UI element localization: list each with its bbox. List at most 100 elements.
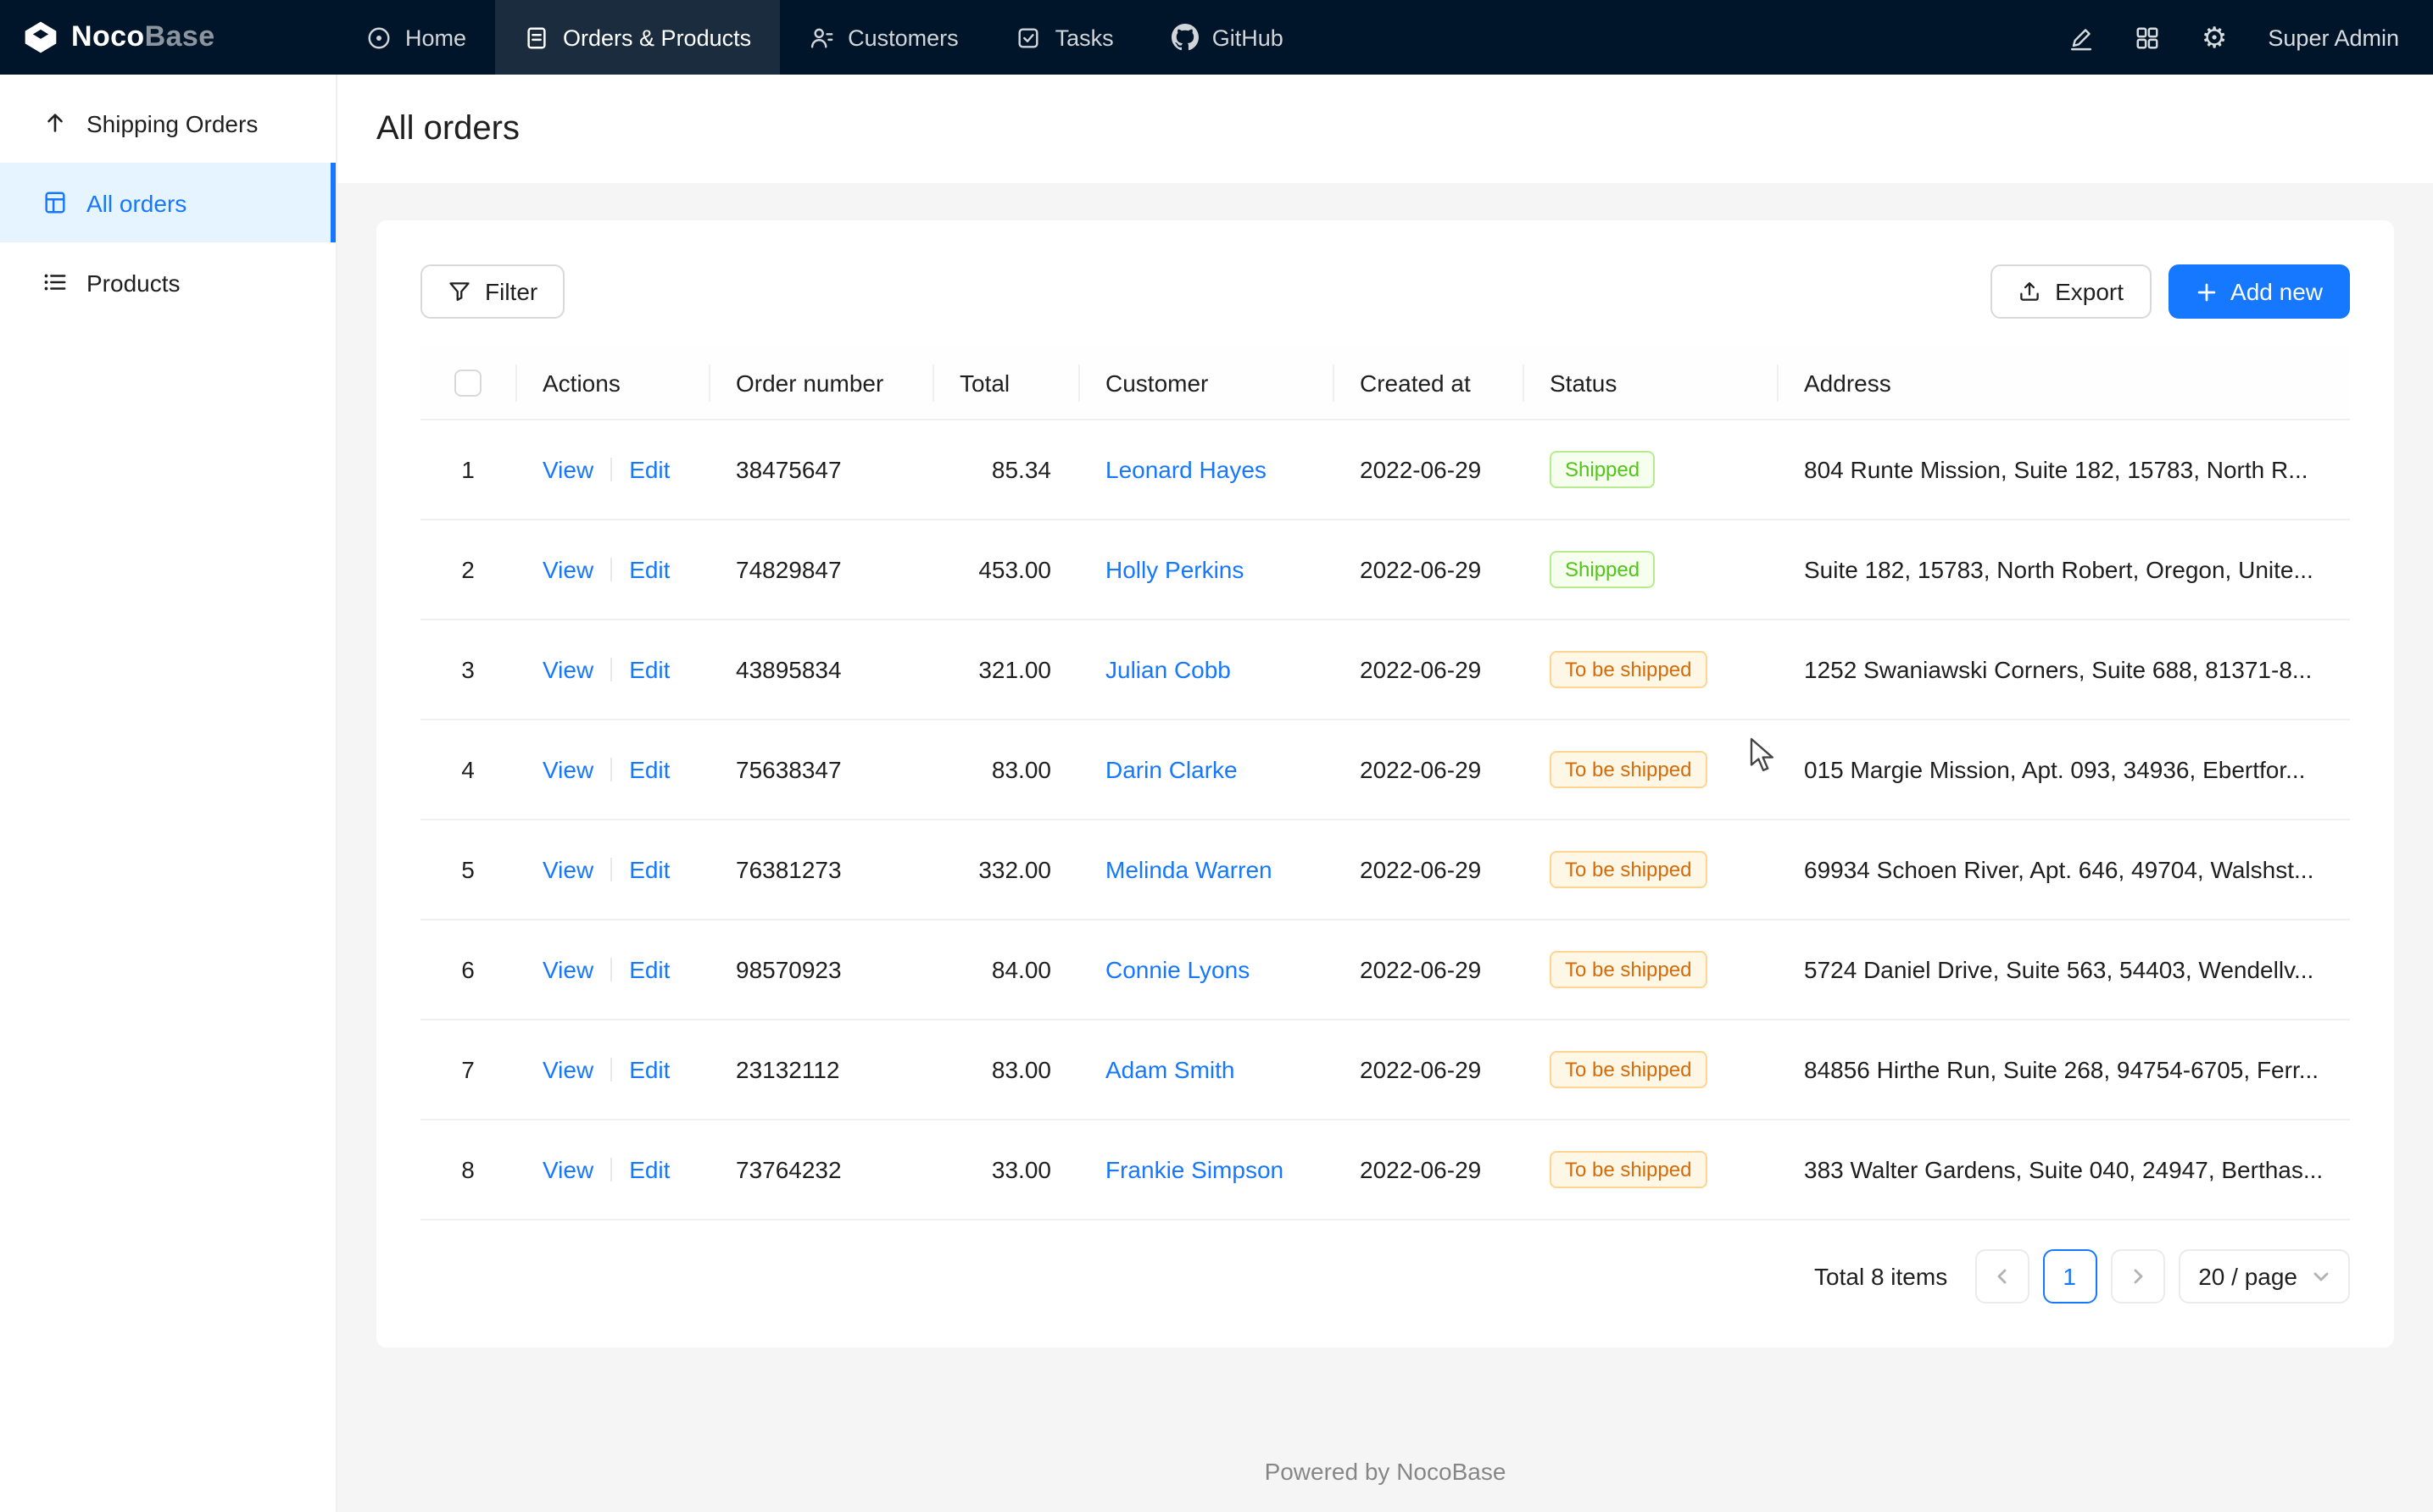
sidebar-item-all-orders[interactable]: All orders (0, 163, 336, 242)
view-link[interactable]: View (543, 657, 593, 684)
address-cell: 5724 Daniel Drive, Suite 563, 54403, Wen… (1777, 920, 2350, 1020)
nav-item-label: Tasks (1055, 25, 1114, 50)
filter-button[interactable]: Filter (420, 264, 565, 319)
pagination-page-1[interactable]: 1 (2042, 1250, 2096, 1304)
customer-link[interactable]: Darin Clarke (1105, 757, 1238, 784)
modules-icon[interactable] (2135, 25, 2161, 50)
brand-text-light: Base (145, 20, 215, 53)
total-cell: 321.00 (933, 620, 1078, 720)
action-divider (610, 959, 612, 982)
table-row: 7 View Edit 23132112 83.00 Adam Smith 20… (420, 1020, 2350, 1120)
nav-item-label: GitHub (1212, 25, 1283, 50)
customer-link[interactable]: Adam Smith (1105, 1057, 1235, 1084)
column-header-status: Status (1523, 346, 1777, 420)
table-row: 1 View Edit 38475647 85.34 Leonard Hayes… (420, 420, 2350, 520)
column-header-total: Total (933, 346, 1078, 420)
pagination-next-button[interactable] (2110, 1250, 2164, 1304)
nav-item-label: Home (405, 25, 466, 50)
column-header-address: Address (1777, 346, 2350, 420)
order-number-cell: 74829847 (709, 520, 933, 620)
nav-item-github[interactable]: GitHub (1143, 0, 1312, 75)
pagination-total: Total 8 items (1814, 1264, 1947, 1291)
view-link[interactable]: View (543, 557, 593, 584)
sidebar-item-products[interactable]: Products (0, 242, 336, 322)
user-menu[interactable]: Super Admin (2268, 25, 2399, 50)
top-nav: Home Orders & Products Customers Tasks (337, 0, 2049, 75)
action-divider (610, 1059, 612, 1082)
sidebar-item-label: Shipping Orders (86, 109, 258, 136)
view-link[interactable]: View (543, 757, 593, 784)
add-new-button[interactable]: Add new (2168, 264, 2350, 319)
sidebar-item-label: All orders (86, 189, 187, 216)
tasks-icon (1016, 25, 1042, 50)
collapse-up-icon (42, 110, 68, 136)
created-at-cell: 2022-06-29 (1333, 1020, 1523, 1120)
order-number-cell: 98570923 (709, 920, 933, 1020)
sidebar-item-shipping-orders[interactable]: Shipping Orders (0, 83, 336, 163)
edit-link[interactable]: Edit (629, 1157, 670, 1184)
status-badge: To be shipped (1550, 852, 1706, 889)
action-divider (610, 1159, 612, 1182)
chevron-right-icon (2129, 1269, 2146, 1286)
page-size-select[interactable]: 20 / page (2178, 1250, 2350, 1304)
gear-icon[interactable]: ⚙ (2202, 23, 2228, 52)
edit-link[interactable]: Edit (629, 457, 670, 484)
status-badge: To be shipped (1550, 1052, 1706, 1089)
total-cell: 84.00 (933, 920, 1078, 1020)
all-orders-icon (42, 190, 68, 215)
orders-table-body: 1 View Edit 38475647 85.34 Leonard Hayes… (420, 420, 2350, 1220)
app-root: NocoBase Home Orders & Products Cust (0, 0, 2433, 1512)
customers-icon (809, 25, 834, 50)
created-at-cell: 2022-06-29 (1333, 520, 1523, 620)
nav-item-orders-products[interactable]: Orders & Products (495, 0, 780, 75)
edit-link[interactable]: Edit (629, 657, 670, 684)
edit-link[interactable]: Edit (629, 857, 670, 884)
view-link[interactable]: View (543, 457, 593, 484)
nav-item-home[interactable]: Home (337, 0, 495, 75)
customer-link[interactable]: Julian Cobb (1105, 657, 1231, 684)
customer-link[interactable]: Connie Lyons (1105, 957, 1250, 984)
export-icon (2018, 280, 2041, 303)
table-row: 5 View Edit 76381273 332.00 Melinda Warr… (420, 820, 2350, 920)
orders-icon (524, 25, 549, 50)
row-index: 7 (461, 1057, 475, 1084)
address-cell: Suite 182, 15783, North Robert, Oregon, … (1777, 520, 2350, 620)
created-at-cell: 2022-06-29 (1333, 920, 1523, 1020)
edit-link[interactable]: Edit (629, 957, 670, 984)
edit-link[interactable]: Edit (629, 557, 670, 584)
view-link[interactable]: View (543, 957, 593, 984)
column-header-customer: Customer (1078, 346, 1333, 420)
pagination-prev-button[interactable] (1974, 1250, 2029, 1304)
edit-link[interactable]: Edit (629, 1057, 670, 1084)
export-button[interactable]: Export (1990, 264, 2151, 319)
select-all-checkbox[interactable] (454, 370, 482, 397)
total-cell: 33.00 (933, 1120, 1078, 1220)
edit-link[interactable]: Edit (629, 757, 670, 784)
table-row: 4 View Edit 75638347 83.00 Darin Clarke … (420, 720, 2350, 820)
customer-link[interactable]: Holly Perkins (1105, 557, 1244, 584)
nav-item-customers[interactable]: Customers (780, 0, 988, 75)
order-number-cell: 76381273 (709, 820, 933, 920)
home-icon (366, 25, 392, 50)
view-link[interactable]: View (543, 1157, 593, 1184)
row-index: 2 (461, 557, 475, 584)
nav-item-label: Customers (848, 25, 959, 50)
table-header-row: Actions Order number Total Customer Crea… (420, 346, 2350, 420)
customer-link[interactable]: Leonard Hayes (1105, 457, 1267, 484)
ui-editor-icon[interactable] (2069, 25, 2095, 50)
brand[interactable]: NocoBase (0, 0, 337, 75)
status-badge: To be shipped (1550, 952, 1706, 989)
brand-text-bold: Noco (71, 20, 145, 53)
chevron-left-icon (1993, 1269, 2010, 1286)
order-number-cell: 73764232 (709, 1120, 933, 1220)
address-cell: 015 Margie Mission, Apt. 093, 34936, Ebe… (1777, 720, 2350, 820)
view-link[interactable]: View (543, 1057, 593, 1084)
nav-item-tasks[interactable]: Tasks (988, 0, 1143, 75)
row-index: 8 (461, 1157, 475, 1184)
customer-link[interactable]: Frankie Simpson (1105, 1157, 1283, 1184)
address-cell: 1252 Swaniawski Corners, Suite 688, 8137… (1777, 620, 2350, 720)
address-cell: 804 Runte Mission, Suite 182, 15783, Nor… (1777, 420, 2350, 520)
customer-link[interactable]: Melinda Warren (1105, 857, 1272, 884)
status-badge: Shipped (1550, 452, 1655, 489)
view-link[interactable]: View (543, 857, 593, 884)
